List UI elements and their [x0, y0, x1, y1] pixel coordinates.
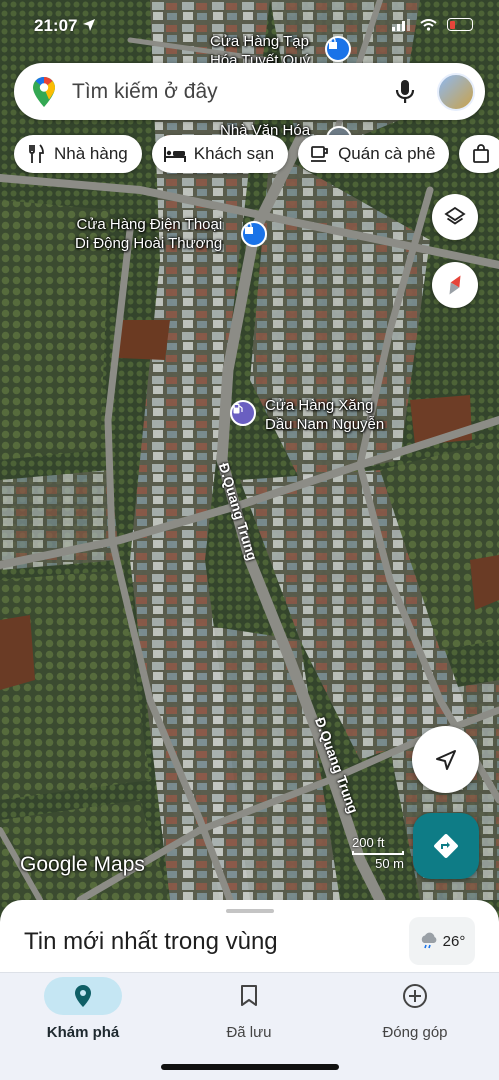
shopping-bag-icon[interactable] [325, 36, 351, 62]
scale-m: 50 m [375, 856, 404, 871]
chip-hotels[interactable]: Khách sạn [151, 135, 289, 173]
place-label-dien-thoai-hoai-thuong[interactable]: Cửa Hàng Điện Thoại Di Động Hoài Thương [75, 215, 222, 253]
battery-icon [447, 18, 473, 31]
chip-label: Khách sạn [193, 144, 275, 163]
map-scale: 200 ft 50 m [352, 835, 404, 871]
place-name-line2: Di Động Hoài Thương [75, 235, 223, 252]
sheet-title: Tin mới nhất trong vùng [24, 928, 278, 955]
search-input[interactable]: Tìm kiếm ở đây [72, 80, 393, 104]
place-name-line1: Cửa Hàng Tạp [210, 33, 309, 50]
rain-cloud-icon [421, 932, 437, 949]
place-name-line2: Dầu Nam Nguyễn [265, 416, 385, 433]
nav-saved[interactable]: Đã lưu [166, 973, 332, 1041]
nav-contribute[interactable]: Đóng góp [332, 973, 498, 1041]
nav-contribute-pill [376, 977, 454, 1015]
my-location-button[interactable] [412, 726, 479, 793]
gas-station-icon[interactable] [230, 400, 256, 426]
hotel-icon [163, 147, 186, 162]
clock: 21:07 [34, 16, 78, 35]
google-maps-attribution: Google Maps [20, 853, 145, 876]
bookmark-icon [241, 985, 257, 1006]
status-icons [392, 18, 473, 31]
avatar[interactable] [437, 72, 475, 111]
signal-icon [392, 18, 410, 31]
status-time: 21:07 [34, 16, 96, 36]
location-arrow-icon [83, 19, 96, 31]
compass-button[interactable] [432, 262, 478, 308]
chip-label: Quán cà phê [338, 144, 436, 163]
coffee-icon [311, 146, 328, 162]
wifi-icon [420, 18, 437, 31]
temperature: 26° [442, 932, 466, 950]
scale-bar [352, 851, 404, 855]
layers-button[interactable] [432, 194, 478, 240]
chip-shopping[interactable] [459, 135, 499, 173]
nav-saved-pill [210, 977, 288, 1015]
shopping-bag-icon [473, 144, 490, 163]
nav-label: Đóng góp [382, 1024, 448, 1041]
navigation-arrow-icon [435, 749, 456, 770]
google-maps-logo-icon [33, 76, 55, 107]
nav-label: Khám phá [46, 1024, 120, 1041]
directions-icon [434, 834, 458, 858]
location-pin-icon [75, 985, 91, 1007]
restaurant-icon [29, 144, 44, 163]
chip-label: Nhà hàng [54, 144, 128, 163]
chip-restaurants[interactable]: Nhà hàng [14, 135, 142, 173]
nav-explore-pill [44, 977, 122, 1015]
weather-badge[interactable]: 26° [409, 917, 475, 965]
place-name-line1: Cửa Hàng Xăng [265, 397, 374, 414]
place-name-line1: Cửa Hàng Điện Thoại [76, 216, 223, 233]
bottom-sheet[interactable]: Tin mới nhất trong vùng 26° [0, 900, 499, 972]
scale-ft: 200 ft [352, 835, 385, 850]
search-bar[interactable]: Tìm kiếm ở đây [14, 63, 485, 120]
nav-explore[interactable]: Khám phá [0, 973, 166, 1041]
place-label-xang-dau-nam-nguyen[interactable]: Cửa Hàng Xăng Dầu Nam Nguyễn [265, 396, 384, 434]
add-circle-icon [403, 984, 427, 1008]
nav-label: Đã lưu [226, 1024, 272, 1041]
shopping-bag-icon[interactable] [241, 221, 267, 247]
layers-icon [444, 206, 466, 225]
directions-button[interactable] [413, 813, 479, 879]
sheet-drag-handle[interactable] [226, 909, 274, 913]
microphone-icon[interactable] [393, 78, 417, 106]
compass-icon [449, 275, 461, 295]
chip-coffee[interactable]: Quán cà phê [298, 135, 450, 173]
home-indicator[interactable] [161, 1064, 339, 1070]
category-chips: Nhà hàng Khách sạn Quán cà phê [14, 135, 499, 173]
